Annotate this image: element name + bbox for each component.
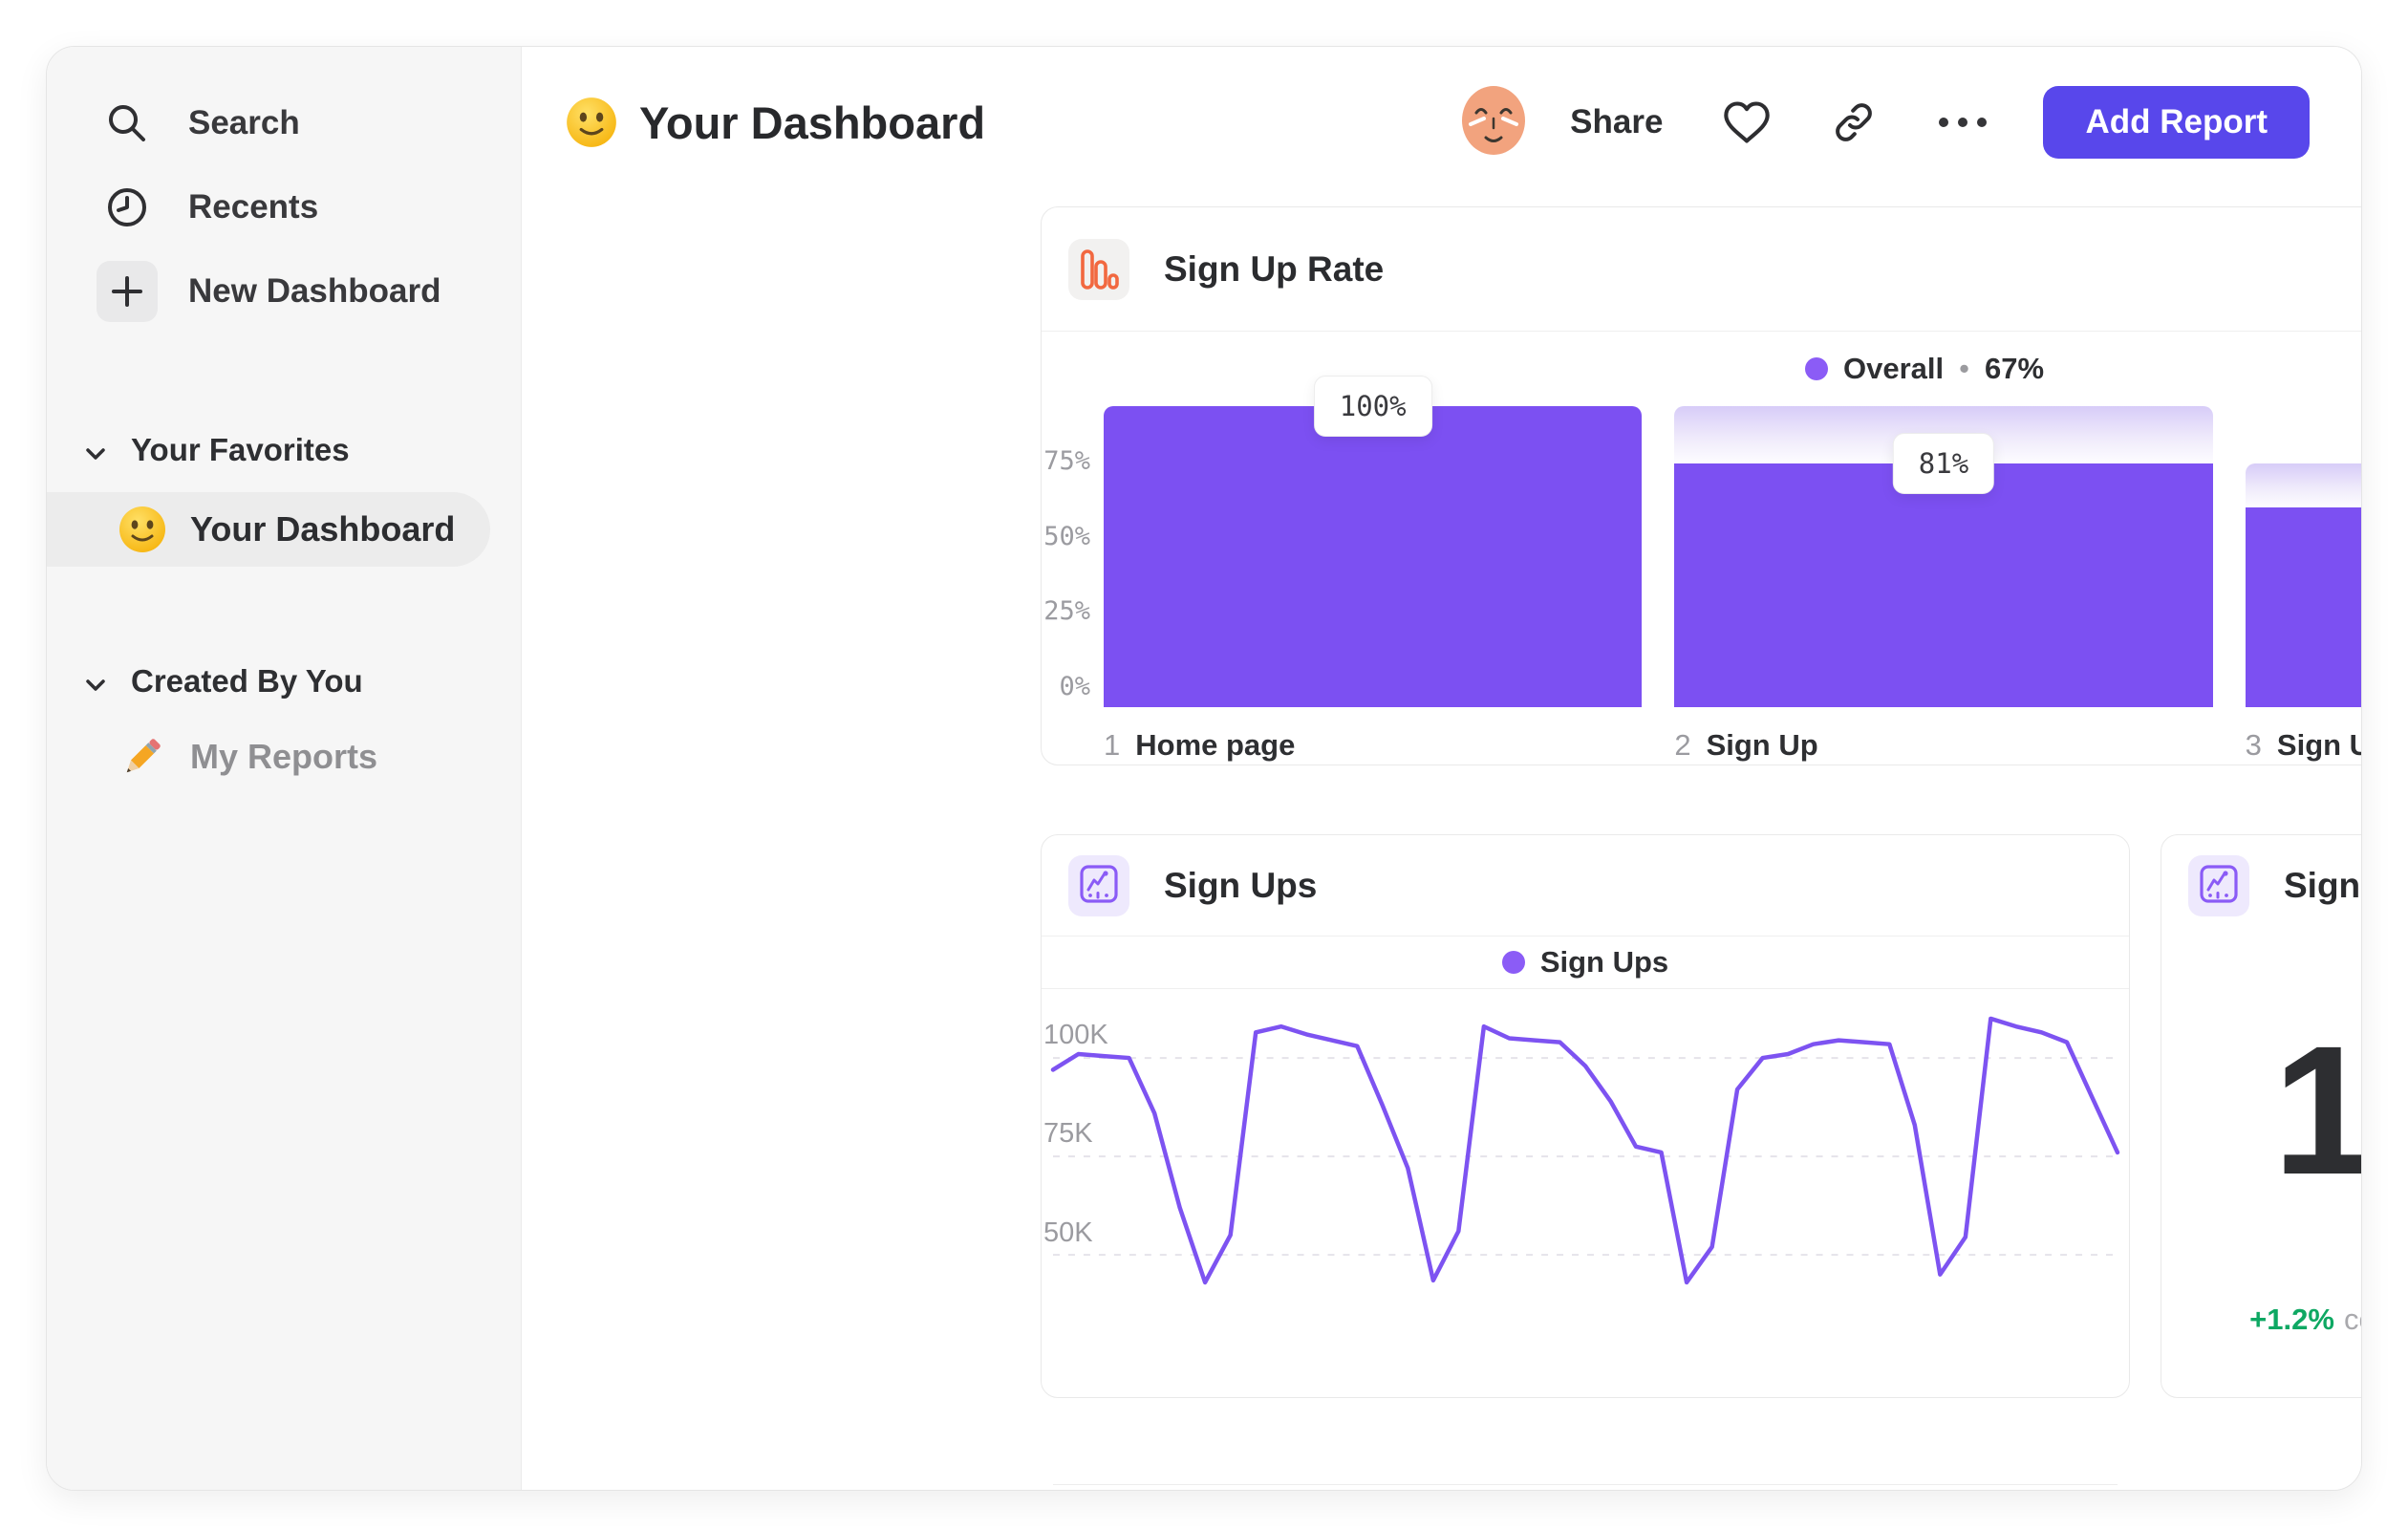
legend-dot xyxy=(1804,357,1828,380)
more-options-ellipsis-icon[interactable] xyxy=(1936,115,1989,130)
favorite-heart-icon[interactable] xyxy=(1722,99,1772,145)
funnel-step-label: 3 Sign Up Confirmation xyxy=(2245,728,2361,762)
add-report-button[interactable]: Add Report xyxy=(2043,86,2310,159)
funnel-legend: Overall • 67% xyxy=(1042,332,2361,406)
chevron-down-icon xyxy=(85,663,106,700)
clock-icon xyxy=(97,177,158,238)
funnel-ghost-segment xyxy=(2245,463,2361,507)
card-title: Sign Ups xyxy=(1164,865,1318,905)
funnel-solid-segment xyxy=(1674,463,2213,707)
main-content: Your Dashboard Share Add Report Sign Up … xyxy=(523,47,2361,1490)
funnel-value-chip: 100% xyxy=(1313,376,1432,437)
funnel-bar-home-page[interactable]: 100% xyxy=(1104,376,1643,707)
smiley-emoji xyxy=(118,505,167,554)
line-chart-icon xyxy=(2188,855,2249,916)
legend-dot xyxy=(1501,951,1525,974)
sidebar-item-recents[interactable]: Recents xyxy=(47,165,521,249)
topbar: Your Dashboard Share Add Report xyxy=(565,81,2310,163)
sidebar: Search Recents New Dashboard Your Favori… xyxy=(47,47,522,1490)
card-title: Sign Ups Today xyxy=(2284,866,2361,905)
copy-link-icon[interactable] xyxy=(1831,99,1877,145)
line-y-tick: 75K xyxy=(1043,1118,1093,1150)
funnel-bar-sign-up[interactable]: 81% xyxy=(1674,406,2213,707)
funnel-bar-sign-up-confirmation[interactable]: 82% xyxy=(2245,406,2361,707)
sign-ups-card: Sign Ups Sign Ups 100K75K50K Dec1Dec 14D… xyxy=(1041,834,2130,1485)
pencil-emoji xyxy=(118,732,167,782)
sign-ups-today-card: Sign Ups Today 100K Unique Users +1.2%co… xyxy=(2161,834,2362,1398)
line-y-tick: 100K xyxy=(1043,1020,1108,1051)
sign-up-rate-card: Sign Up Rate Overall • 67% 100% 81% 75% … xyxy=(1041,206,2361,765)
line-chart-icon xyxy=(1068,854,1129,916)
funnel-solid-segment xyxy=(2245,506,2361,707)
funnel-y-tick: 0% xyxy=(1059,672,1090,701)
chevron-down-icon xyxy=(85,432,106,468)
sidebar-item-label: New Dashboard xyxy=(188,272,441,310)
funnel-x-labels: 1 Home page 2 Sign Up 3 Sign Up Confirma… xyxy=(1104,728,2361,763)
sidebar-section-your-favorites[interactable]: Your Favorites xyxy=(47,421,521,479)
card-header: Sign Ups xyxy=(1042,835,2129,937)
smiley-emoji xyxy=(565,96,618,149)
funnel-value-chip: 81% xyxy=(1892,432,1995,494)
search-icon xyxy=(97,93,158,154)
sidebar-item-my-reports[interactable]: My Reports xyxy=(47,720,490,794)
sidebar-section-created-by-you[interactable]: Created By You xyxy=(47,653,521,710)
funnel-step-label: 2 Sign Up xyxy=(1674,728,1818,762)
line-y-tick: 50K xyxy=(1043,1217,1093,1248)
card-header: Sign Up Rate xyxy=(1042,207,2361,332)
kpi-delta: +1.2% compared to previous period xyxy=(2249,1303,2361,1337)
share-button[interactable]: Share xyxy=(1570,103,1663,141)
sidebar-item-new-dashboard[interactable]: New Dashboard xyxy=(47,249,521,334)
funnel-step-label: 1 Home page xyxy=(1104,728,1296,762)
funnel-plot: 100% 81% 82% 75% 50% 25% 0% xyxy=(1043,376,2361,707)
kpi-delta-note: compared to previous period xyxy=(2343,1303,2361,1336)
kpi-delta-value: +1.2% xyxy=(2249,1303,2334,1336)
line-chart-svg xyxy=(1050,1016,2120,1285)
kpi-value: 100K xyxy=(2272,1007,2362,1213)
avatar[interactable] xyxy=(1459,84,1528,162)
page-title: Your Dashboard xyxy=(565,96,985,149)
plus-icon xyxy=(97,261,158,322)
sidebar-item-label: Search xyxy=(188,104,300,141)
card-title: Sign Up Rate xyxy=(1164,248,1385,289)
funnel-y-tick: 25% xyxy=(1043,596,1090,627)
kpi-body: 100K Unique Users +1.2%compared to previ… xyxy=(2161,937,2362,1337)
sidebar-item-label: Recents xyxy=(188,188,319,226)
funnel-y-tick: 75% xyxy=(1043,445,1090,476)
funnel-solid-segment xyxy=(1104,406,1643,707)
x-axis-line xyxy=(1053,1484,2118,1485)
sidebar-item-your-dashboard[interactable]: Your Dashboard xyxy=(47,492,490,567)
line-legend: Sign Ups xyxy=(1042,937,2129,989)
card-header: Sign Ups Today xyxy=(2161,835,2361,937)
bar-chart-icon xyxy=(1068,238,1129,300)
app-window: Search Recents New Dashboard Your Favori… xyxy=(46,46,2362,1491)
sign-ups-line-plot[interactable]: 100K75K50K Dec1Dec 14Dec 28Jan 11 xyxy=(1043,989,2120,1485)
funnel-y-tick: 50% xyxy=(1043,521,1090,551)
sidebar-item-search[interactable]: Search xyxy=(47,81,521,165)
